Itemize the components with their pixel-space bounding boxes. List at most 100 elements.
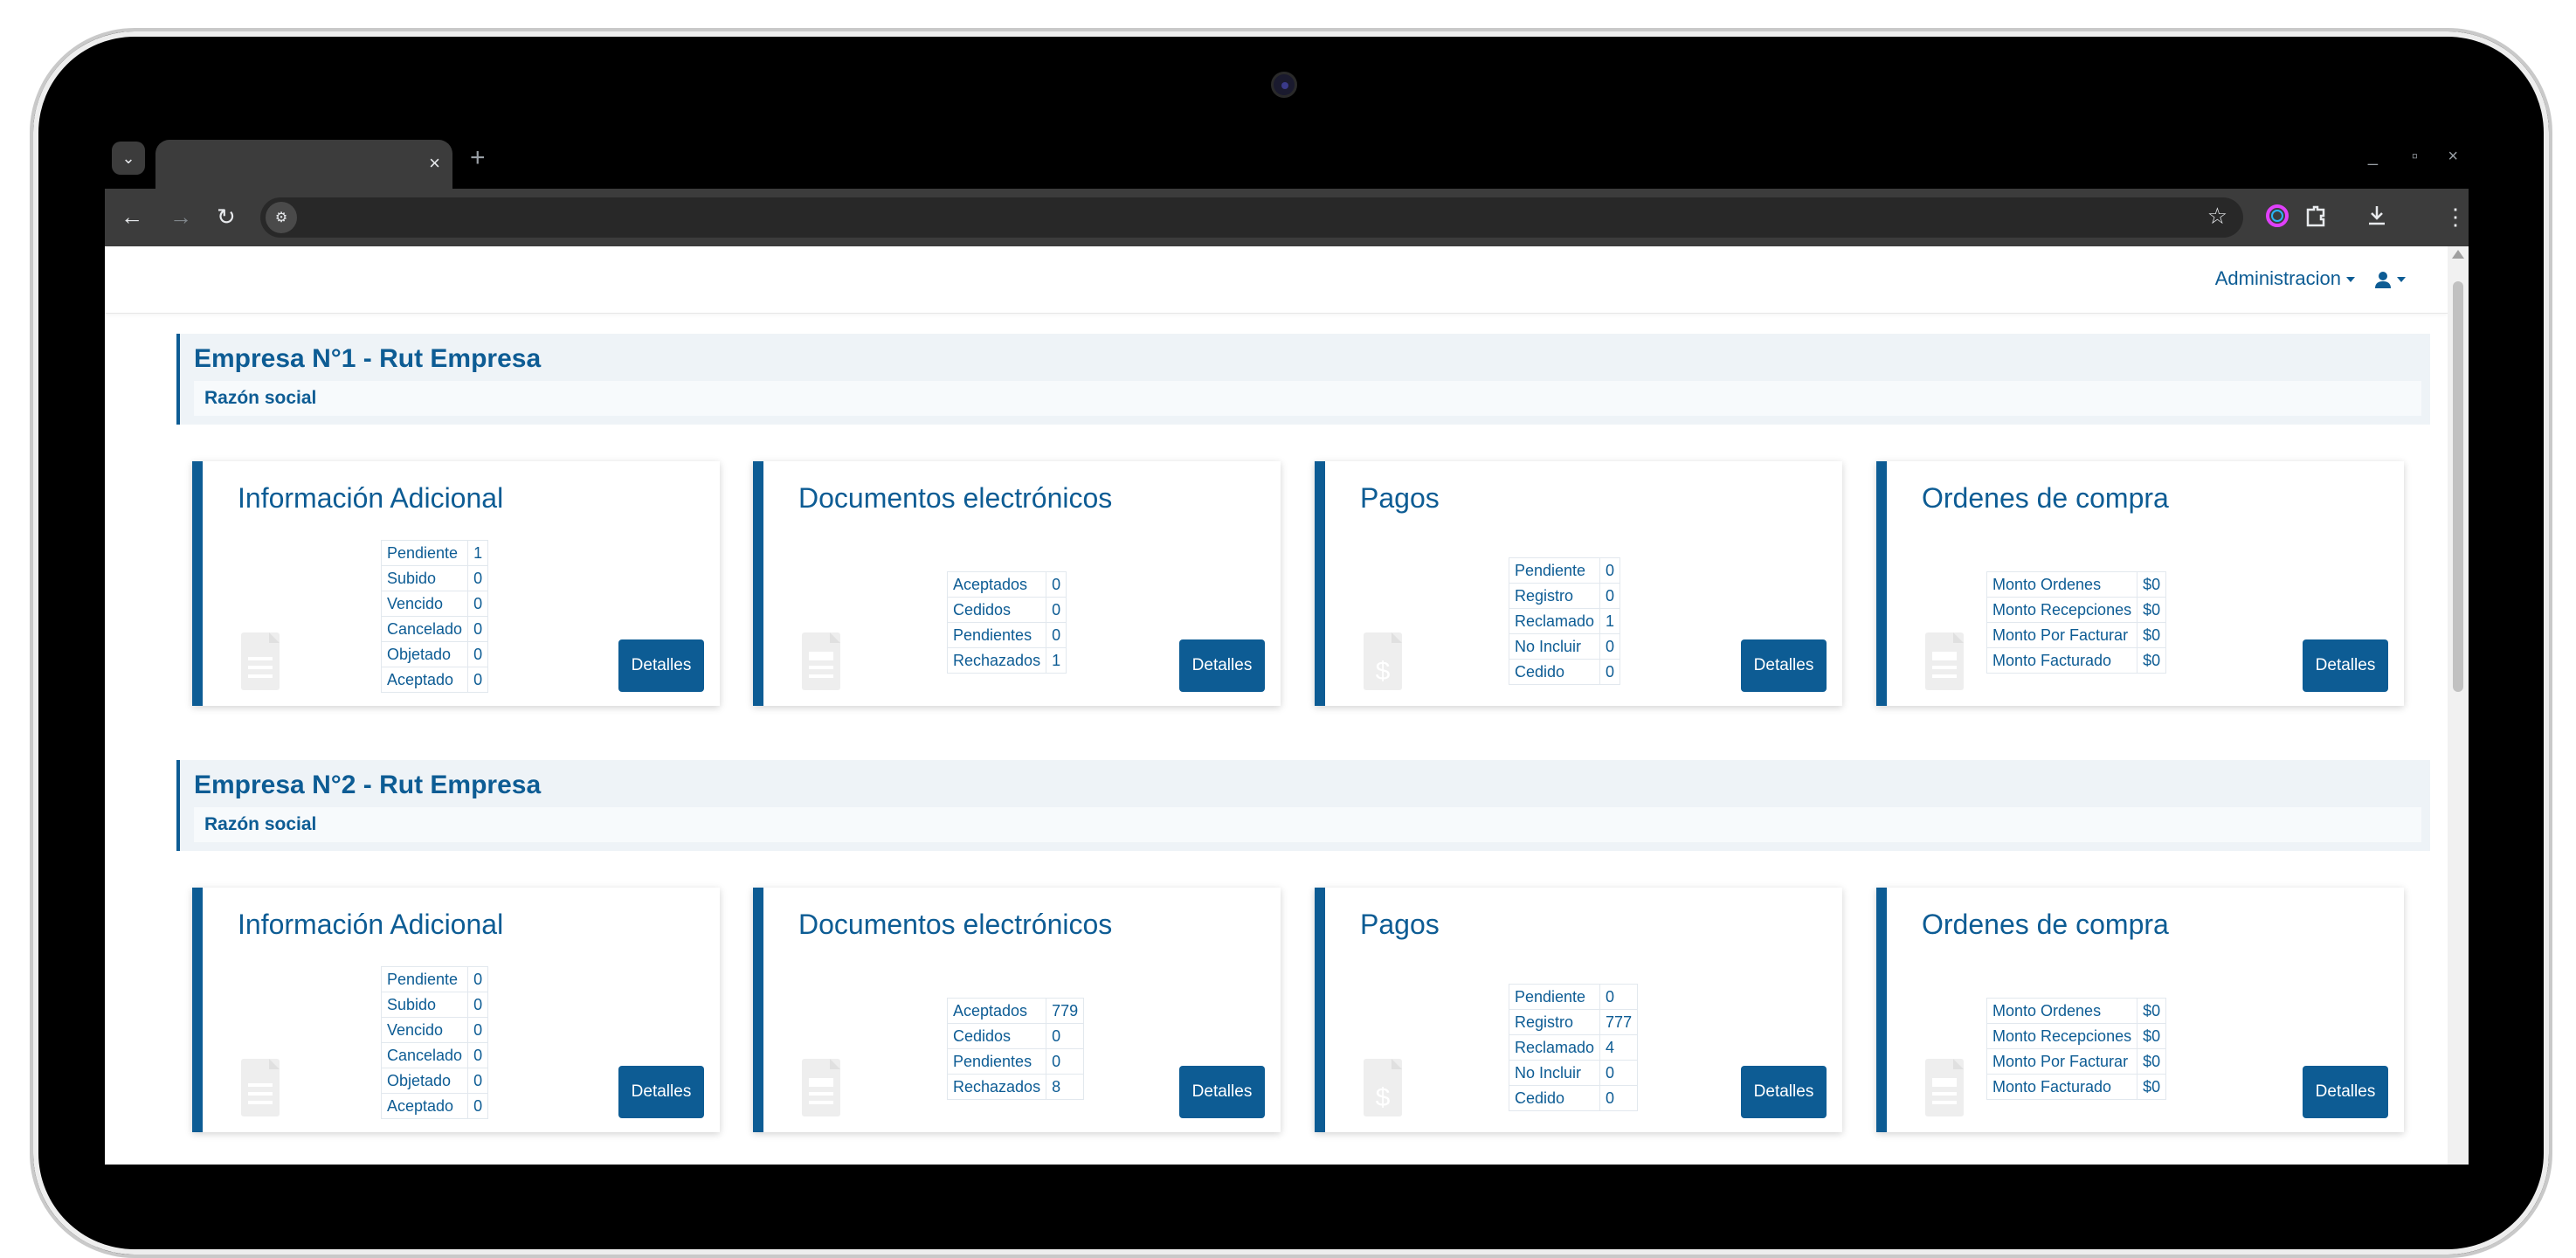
detalles-button[interactable]: Detalles <box>618 1066 704 1118</box>
tab-bar: ⌄ × + _ ▫ × <box>105 129 2469 189</box>
download-icon[interactable] <box>2364 203 2390 229</box>
site-info-icon[interactable]: ⚙ <box>266 202 297 233</box>
stats-table: Pendiente 0 Subido 0 Vencido 0 Cancelado 0 Objet… <box>380 966 489 1119</box>
stat-value: 0 <box>467 667 489 693</box>
company-subtitle: Razón social <box>204 388 317 408</box>
stat-row: Monto Ordenes $0 <box>1986 571 2167 598</box>
page-scrollbar[interactable] <box>2448 246 2469 1165</box>
stat-label: Vencido <box>380 591 469 617</box>
top-navbar: Administracion <box>105 246 2448 314</box>
card-title: Pagos <box>1360 909 1440 940</box>
browser-menu-icon[interactable]: ⋮ <box>2444 203 2467 231</box>
company-title: Empresa N°1 - Rut Empresa <box>194 344 542 373</box>
new-tab-button[interactable]: + <box>470 145 486 171</box>
detalles-button[interactable]: Detalles <box>1741 639 1827 692</box>
stat-label: Pendiente <box>380 540 469 566</box>
card-title: Información Adicional <box>238 482 504 514</box>
stat-row: Cancelado 0 <box>380 616 489 642</box>
stat-row: Cancelado 0 <box>380 1042 489 1068</box>
document-icon <box>241 632 280 690</box>
back-arrow-icon[interactable]: ← <box>121 203 143 231</box>
extensions-puzzle-icon[interactable] <box>2303 203 2329 229</box>
stat-row: No Incluir 0 <box>1508 1060 1639 1086</box>
color-extension-icon[interactable] <box>2264 203 2290 229</box>
stat-value: $0 <box>2137 571 2167 598</box>
stat-row: Monto Facturado $0 <box>1986 647 2167 674</box>
stat-label: Reclamado <box>1508 608 1601 634</box>
detalles-button[interactable]: Detalles <box>1179 639 1265 692</box>
active-tab[interactable]: × <box>155 140 452 189</box>
tab-search-button[interactable]: ⌄ <box>112 142 145 175</box>
stat-row: Monto Recepciones $0 <box>1986 597 2167 623</box>
stat-row: Aceptados 779 <box>946 998 1085 1024</box>
stat-value: 0 <box>467 1042 489 1068</box>
stat-label: Registro <box>1508 583 1601 609</box>
detalles-button[interactable]: Detalles <box>618 639 704 692</box>
stat-value: $0 <box>2137 597 2167 623</box>
stat-row: Aceptado 0 <box>380 1093 489 1119</box>
restore-button[interactable]: ▫ <box>2412 147 2418 167</box>
stat-value: 0 <box>1599 1060 1639 1086</box>
stat-label: Pendientes <box>946 622 1047 648</box>
browser-window: ⌄ × + _ ▫ × ← → ↻ ⚙ ☆ ⋮ Administracion E… <box>105 129 2469 1165</box>
stat-label: Vencido <box>380 1017 469 1043</box>
detalles-button[interactable]: Detalles <box>2303 639 2388 692</box>
stat-label: Subido <box>380 992 469 1018</box>
stat-value: $0 <box>2137 647 2167 674</box>
stat-label: Aceptados <box>946 998 1047 1024</box>
payment-document-icon: $ <box>1364 632 1402 690</box>
close-window-button[interactable]: × <box>2448 147 2458 167</box>
tab-close-icon[interactable]: × <box>429 152 440 175</box>
stat-label: No Incluir <box>1508 633 1601 660</box>
card-title: Pagos <box>1360 482 1440 514</box>
stat-value: 0 <box>1599 583 1621 609</box>
card-title: Ordenes de compra <box>1922 482 2169 514</box>
admin-dropdown[interactable]: Administracion <box>2215 267 2355 290</box>
invoice-icon <box>1925 1059 1964 1116</box>
stat-label: Pendiente <box>380 966 469 992</box>
address-bar[interactable]: ⚙ ☆ <box>260 197 2243 238</box>
stat-row: Reclamado 4 <box>1508 1034 1639 1061</box>
stats-table: Pendiente 1 Subido 0 Vencido 0 Cancelado 0 Objet… <box>380 540 489 693</box>
documentos-card: Documentos electrónicos Aceptados 779 Cedid… <box>753 888 1281 1132</box>
stat-label: Objetado <box>380 1068 469 1094</box>
minimize-button[interactable]: _ <box>2368 147 2378 167</box>
company-header: Empresa N°1 - Rut Empresa Razón social <box>176 334 2430 425</box>
detalles-button[interactable]: Detalles <box>1179 1066 1265 1118</box>
user-dropdown[interactable] <box>2374 267 2406 290</box>
stat-value: 0 <box>467 992 489 1018</box>
detalles-button[interactable]: Detalles <box>1741 1066 1827 1118</box>
stat-value: 0 <box>467 1093 489 1119</box>
company-subtitle-bar: Razón social <box>194 381 2421 416</box>
page-viewport: Administracion Empresa N°1 - Rut Empresa… <box>105 246 2448 1165</box>
stat-row: Pendientes 0 <box>946 1048 1085 1075</box>
stat-row: Pendientes 0 <box>946 622 1067 648</box>
pagos-card: Pagos $ Pendiente 0 Registro 777 Reclamado 4 No … <box>1315 888 1842 1132</box>
stat-row: Monto Por Facturar $0 <box>1986 622 2167 648</box>
stat-row: Rechazados 1 <box>946 647 1067 674</box>
stat-row: Subido 0 <box>380 992 489 1018</box>
stat-row: Pendiente 0 <box>1508 557 1621 584</box>
svg-text:$: $ <box>1376 1083 1391 1112</box>
detalles-button[interactable]: Detalles <box>2303 1066 2388 1118</box>
svg-text:$: $ <box>1376 657 1391 686</box>
stat-label: Monto Facturado <box>1986 1074 2138 1100</box>
stat-value: 8 <box>1046 1074 1085 1100</box>
navbar-right: Administracion <box>2215 267 2406 290</box>
scroll-up-arrow[interactable] <box>2452 250 2464 259</box>
stat-value: 0 <box>467 1017 489 1043</box>
stat-value: 4 <box>1599 1034 1639 1061</box>
stat-label: Cedido <box>1508 659 1601 685</box>
stat-value: 1 <box>1046 647 1067 674</box>
forward-arrow-icon[interactable]: → <box>169 203 192 231</box>
stat-value: 1 <box>1599 608 1621 634</box>
bookmark-star-icon[interactable]: ☆ <box>2207 203 2227 230</box>
reload-icon[interactable]: ↻ <box>217 203 236 231</box>
stat-row: Objetado 0 <box>380 1068 489 1094</box>
scroll-thumb[interactable] <box>2453 281 2463 692</box>
stat-row: No Incluir 0 <box>1508 633 1621 660</box>
user-icon <box>2375 272 2391 289</box>
stats-table: Aceptados 0 Cedidos 0 Pendientes 0 Rechazados 1 <box>946 571 1067 674</box>
documentos-card: Documentos electrónicos Aceptados 0 Cedidos… <box>753 461 1281 706</box>
stat-value: 0 <box>1599 557 1621 584</box>
